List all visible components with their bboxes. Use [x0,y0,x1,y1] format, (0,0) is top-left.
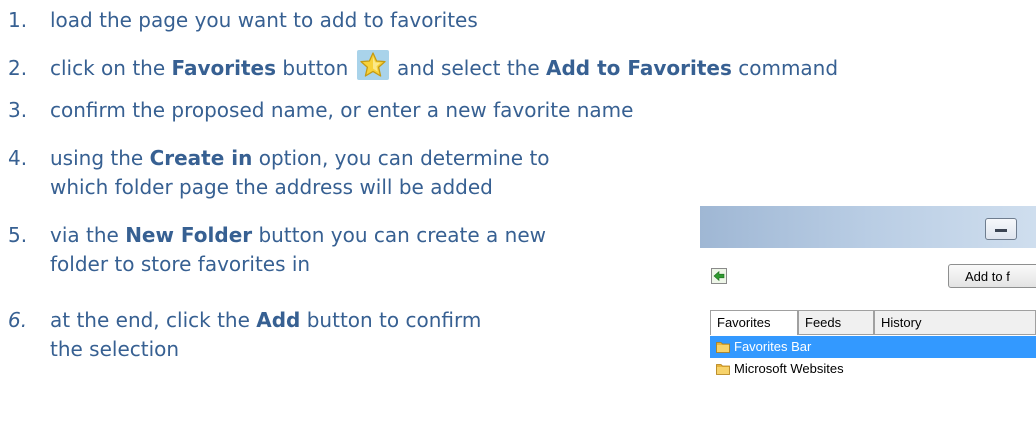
step-text: which folder page the address will be ad… [50,175,493,199]
list-item-microsoft-websites[interactable]: Microsoft Websites [710,358,1036,380]
tab-favorites[interactable]: Favorites [710,310,798,335]
dialog-body: Add to f Favorites Feeds History Favorit… [700,248,1036,424]
step-text: using the [50,146,150,170]
step-number: 2. [8,56,28,80]
step-number: 6. [8,308,28,332]
step-5: 5. via the New Folder button you can crea… [8,221,546,279]
add-keyword: Add [256,308,301,332]
add-favorite-dialog: Add to f Favorites Feeds History Favorit… [700,206,1036,424]
list-item-favorites-bar[interactable]: Favorites Bar [710,336,1036,358]
add-to-favorites-button[interactable]: Add to f [948,264,1036,288]
favorites-tabs: Favorites Feeds History [710,310,1036,335]
step-text: click on the [50,56,172,80]
favorites-keyword: Favorites [171,56,277,80]
step-text: folder to store favorites in [50,252,311,276]
step-text: button you can create a new [252,223,546,247]
step-number: 1. [8,8,28,32]
step-text: at the end, click the [50,308,257,332]
step-text: confirm the proposed name, or enter a ne… [50,98,634,122]
new-folder-keyword: New Folder [125,223,253,247]
step-6: 6. at the end, click the Add button to co… [8,306,481,364]
step-3: 3. confirm the proposed name, or enter a … [8,96,633,125]
step-text: via the [50,223,126,247]
star-icon [356,50,389,80]
list-item-label: Microsoft Websites [734,361,844,376]
step-text: option, you can determine to [252,146,550,170]
step-text: button [276,56,349,80]
step-4: 4. using the Create in option, you can de… [8,144,550,202]
step-text: load the page you want to add to favorit… [50,8,478,32]
step-text: button to confirm [300,308,482,332]
minimize-icon [995,229,1007,232]
create-in-keyword: Create in [149,146,253,170]
step-text: the selection [50,337,180,361]
step-1: 1. load the page you want to add to favor… [8,6,478,35]
step-text: command [731,56,839,80]
step-2: 2. click on the Favorites button and sele… [8,50,838,83]
step-text: and select the [390,56,547,80]
folder-icon [716,340,730,353]
folder-icon [716,362,730,375]
step-number: 5. [8,223,28,247]
minimize-button[interactable] [985,218,1017,240]
back-arrow-icon[interactable] [711,268,727,284]
tab-history[interactable]: History [874,310,1036,334]
tab-feeds[interactable]: Feeds [798,310,874,334]
step-number: 4. [8,146,28,170]
dialog-title-bar [700,206,1036,248]
add-to-favorites-keyword: Add to Favorites [546,56,732,80]
list-item-label: Favorites Bar [734,339,812,354]
step-number: 3. [8,98,28,122]
